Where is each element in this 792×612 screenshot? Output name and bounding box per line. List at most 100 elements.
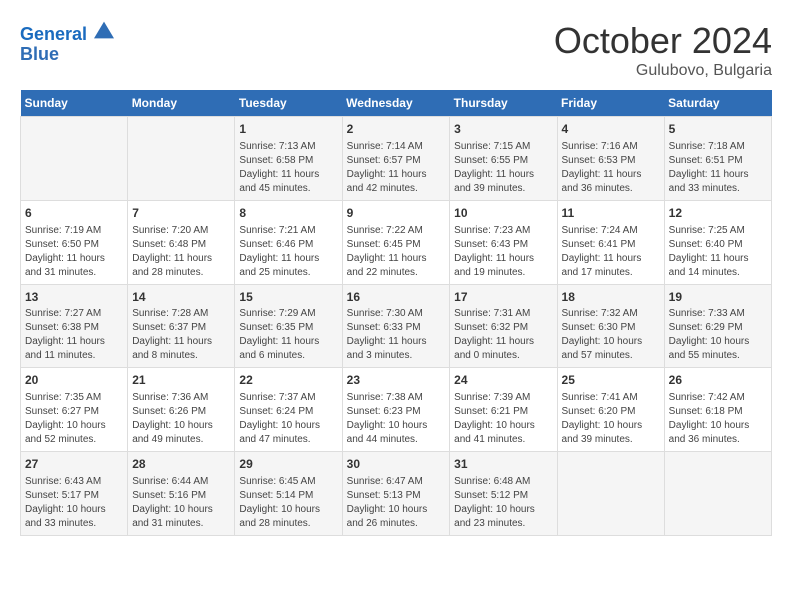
weekday-monday: Monday	[128, 90, 235, 117]
calendar-week-2: 6 Sunrise: 7:19 AM Sunset: 6:50 PM Daylig…	[21, 200, 772, 284]
day-info: Sunrise: 7:36 AM Sunset: 6:26 PM Dayligh…	[132, 391, 230, 447]
calendar-cell: 21Sunrise: 7:36 AM Sunset: 6:26 PM Dayli…	[128, 368, 235, 452]
day-info: Sunrise: 7:32 AM Sunset: 6:30 PM Dayligh…	[562, 307, 660, 363]
calendar-cell: 6 Sunrise: 7:19 AM Sunset: 6:50 PM Daylig…	[21, 200, 128, 284]
calendar-cell: 17Sunrise: 7:31 AM Sunset: 6:32 PM Dayli…	[450, 284, 557, 368]
day-number: 18	[562, 289, 660, 306]
day-number: 11	[562, 205, 660, 222]
calendar-cell	[21, 117, 128, 201]
calendar-cell: 28 Sunrise: 6:44 AM Sunset: 5:16 PM Dayli…	[128, 452, 235, 536]
calendar-cell	[664, 452, 771, 536]
logo-text: General	[20, 20, 114, 45]
calendar-cell: 26 Sunrise: 7:42 AM Sunset: 6:18 PM Dayli…	[664, 368, 771, 452]
day-info: Sunrise: 7:38 AM Sunset: 6:23 PM Dayligh…	[347, 391, 446, 447]
day-number: 22	[239, 372, 337, 389]
weekday-sunday: Sunday	[21, 90, 128, 117]
day-number: 8	[239, 205, 337, 222]
day-info: Sunrise: 7:21 AM Sunset: 6:46 PM Dayligh…	[239, 224, 337, 280]
day-number: 12	[669, 205, 767, 222]
calendar-cell: 16Sunrise: 7:30 AM Sunset: 6:33 PM Dayli…	[342, 284, 450, 368]
calendar-cell: 9Sunrise: 7:22 AM Sunset: 6:45 PM Daylig…	[342, 200, 450, 284]
day-number: 25	[562, 372, 660, 389]
day-info: Sunrise: 7:14 AM Sunset: 6:57 PM Dayligh…	[347, 140, 446, 196]
day-number: 6	[25, 205, 123, 222]
day-info: Sunrise: 7:28 AM Sunset: 6:37 PM Dayligh…	[132, 307, 230, 363]
calendar-cell: 15Sunrise: 7:29 AM Sunset: 6:35 PM Dayli…	[235, 284, 342, 368]
calendar-cell: 29 Sunrise: 6:45 AM Sunset: 5:14 PM Dayli…	[235, 452, 342, 536]
calendar-cell: 18Sunrise: 7:32 AM Sunset: 6:30 PM Dayli…	[557, 284, 664, 368]
day-number: 16	[347, 289, 446, 306]
logo-icon	[94, 20, 114, 40]
day-info: Sunrise: 7:35 AM Sunset: 6:27 PM Dayligh…	[25, 391, 123, 447]
calendar-cell: 25 Sunrise: 7:41 AM Sunset: 6:20 PM Dayli…	[557, 368, 664, 452]
day-info: Sunrise: 7:41 AM Sunset: 6:20 PM Dayligh…	[562, 391, 660, 447]
day-number: 31	[454, 456, 552, 473]
month-title: October 2024	[554, 20, 772, 62]
weekday-saturday: Saturday	[664, 90, 771, 117]
day-number: 15	[239, 289, 337, 306]
day-info: Sunrise: 7:39 AM Sunset: 6:21 PM Dayligh…	[454, 391, 552, 447]
day-number: 14	[132, 289, 230, 306]
day-info: Sunrise: 7:13 AM Sunset: 6:58 PM Dayligh…	[239, 140, 337, 196]
day-number: 4	[562, 121, 660, 138]
day-info: Sunrise: 6:48 AM Sunset: 5:12 PM Dayligh…	[454, 475, 552, 531]
day-number: 29	[239, 456, 337, 473]
page-header: General Blue October 2024 Gulubovo, Bulg…	[20, 20, 772, 80]
calendar-week-1: 1Sunrise: 7:13 AM Sunset: 6:58 PM Daylig…	[21, 117, 772, 201]
day-info: Sunrise: 6:45 AM Sunset: 5:14 PM Dayligh…	[239, 475, 337, 531]
day-info: Sunrise: 7:15 AM Sunset: 6:55 PM Dayligh…	[454, 140, 552, 196]
day-number: 2	[347, 121, 446, 138]
calendar-cell: 11 Sunrise: 7:24 AM Sunset: 6:41 PM Dayli…	[557, 200, 664, 284]
weekday-thursday: Thursday	[450, 90, 557, 117]
calendar-cell: 8 Sunrise: 7:21 AM Sunset: 6:46 PM Daylig…	[235, 200, 342, 284]
day-info: Sunrise: 7:42 AM Sunset: 6:18 PM Dayligh…	[669, 391, 767, 447]
day-number: 3	[454, 121, 552, 138]
day-info: Sunrise: 7:23 AM Sunset: 6:43 PM Dayligh…	[454, 224, 552, 280]
day-number: 23	[347, 372, 446, 389]
logo-blue: Blue	[20, 45, 114, 65]
day-info: Sunrise: 6:44 AM Sunset: 5:16 PM Dayligh…	[132, 475, 230, 531]
day-info: Sunrise: 7:31 AM Sunset: 6:32 PM Dayligh…	[454, 307, 552, 363]
logo: General Blue	[20, 20, 114, 65]
calendar-cell: 23 Sunrise: 7:38 AM Sunset: 6:23 PM Dayli…	[342, 368, 450, 452]
title-block: October 2024 Gulubovo, Bulgaria	[554, 20, 772, 80]
weekday-tuesday: Tuesday	[235, 90, 342, 117]
day-info: Sunrise: 7:33 AM Sunset: 6:29 PM Dayligh…	[669, 307, 767, 363]
location: Gulubovo, Bulgaria	[554, 62, 772, 80]
day-number: 17	[454, 289, 552, 306]
day-number: 28	[132, 456, 230, 473]
day-number: 9	[347, 205, 446, 222]
calendar-cell: 27Sunrise: 6:43 AM Sunset: 5:17 PM Dayli…	[21, 452, 128, 536]
calendar-cell: 3 Sunrise: 7:15 AM Sunset: 6:55 PM Daylig…	[450, 117, 557, 201]
calendar-cell	[557, 452, 664, 536]
day-info: Sunrise: 7:18 AM Sunset: 6:51 PM Dayligh…	[669, 140, 767, 196]
day-info: Sunrise: 7:16 AM Sunset: 6:53 PM Dayligh…	[562, 140, 660, 196]
day-info: Sunrise: 7:19 AM Sunset: 6:50 PM Dayligh…	[25, 224, 123, 280]
calendar-cell: 31 Sunrise: 6:48 AM Sunset: 5:12 PM Dayli…	[450, 452, 557, 536]
calendar-cell: 13Sunrise: 7:27 AM Sunset: 6:38 PM Dayli…	[21, 284, 128, 368]
calendar-cell: 10Sunrise: 7:23 AM Sunset: 6:43 PM Dayli…	[450, 200, 557, 284]
day-info: Sunrise: 7:27 AM Sunset: 6:38 PM Dayligh…	[25, 307, 123, 363]
day-number: 7	[132, 205, 230, 222]
day-info: Sunrise: 6:47 AM Sunset: 5:13 PM Dayligh…	[347, 475, 446, 531]
calendar-cell: 20Sunrise: 7:35 AM Sunset: 6:27 PM Dayli…	[21, 368, 128, 452]
day-number: 30	[347, 456, 446, 473]
day-info: Sunrise: 7:24 AM Sunset: 6:41 PM Dayligh…	[562, 224, 660, 280]
calendar-body: 1Sunrise: 7:13 AM Sunset: 6:58 PM Daylig…	[21, 117, 772, 536]
calendar-week-5: 27Sunrise: 6:43 AM Sunset: 5:17 PM Dayli…	[21, 452, 772, 536]
day-number: 13	[25, 289, 123, 306]
calendar-cell: 30 Sunrise: 6:47 AM Sunset: 5:13 PM Dayli…	[342, 452, 450, 536]
calendar-cell: 1Sunrise: 7:13 AM Sunset: 6:58 PM Daylig…	[235, 117, 342, 201]
calendar-cell: 2 Sunrise: 7:14 AM Sunset: 6:57 PM Daylig…	[342, 117, 450, 201]
day-info: Sunrise: 7:20 AM Sunset: 6:48 PM Dayligh…	[132, 224, 230, 280]
calendar-cell: 4 Sunrise: 7:16 AM Sunset: 6:53 PM Daylig…	[557, 117, 664, 201]
weekday-friday: Friday	[557, 90, 664, 117]
weekday-header-row: SundayMondayTuesdayWednesdayThursdayFrid…	[21, 90, 772, 117]
logo-general: General	[20, 24, 87, 44]
day-info: Sunrise: 7:25 AM Sunset: 6:40 PM Dayligh…	[669, 224, 767, 280]
calendar-table: SundayMondayTuesdayWednesdayThursdayFrid…	[20, 90, 772, 536]
calendar-cell: 22Sunrise: 7:37 AM Sunset: 6:24 PM Dayli…	[235, 368, 342, 452]
day-number: 26	[669, 372, 767, 389]
calendar-cell: 12 Sunrise: 7:25 AM Sunset: 6:40 PM Dayli…	[664, 200, 771, 284]
day-number: 24	[454, 372, 552, 389]
